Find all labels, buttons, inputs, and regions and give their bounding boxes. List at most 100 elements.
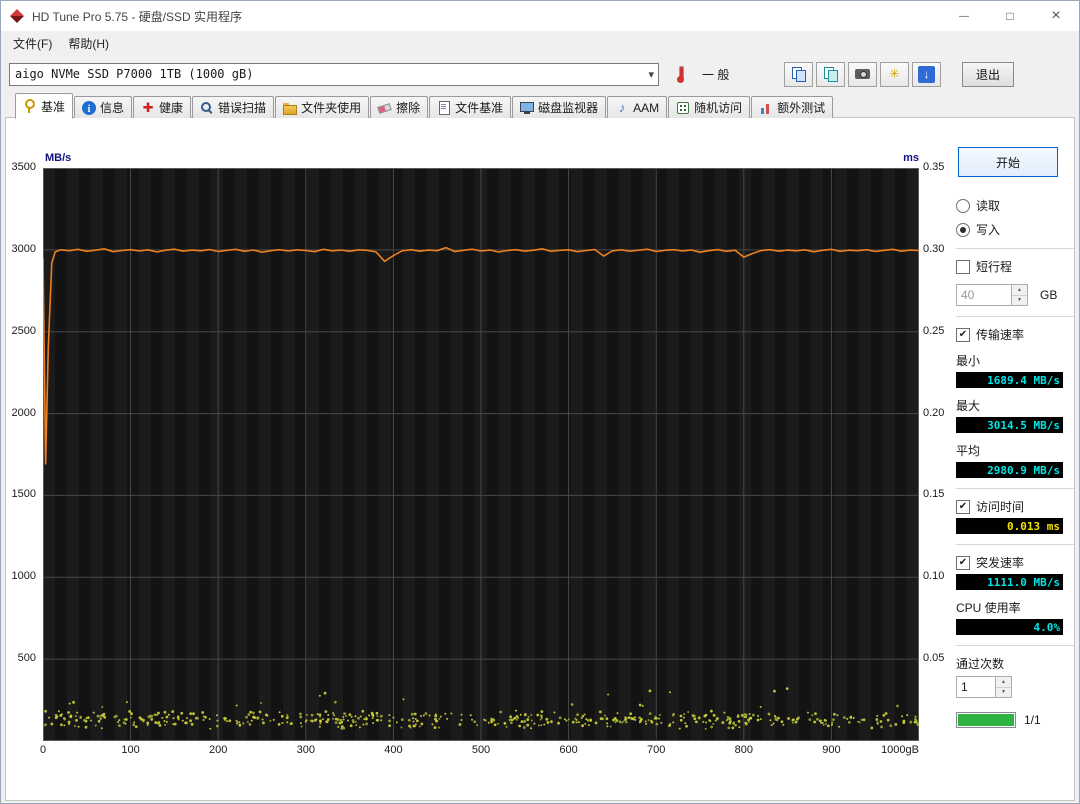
y-left-tick: 500 (17, 652, 36, 665)
tab-aam[interactable]: AAM (607, 96, 668, 118)
transfer-rate-checkbox[interactable]: 传输速率 (956, 326, 1074, 343)
folder-usage-icon (283, 101, 298, 115)
y-left-tick: 1000 (11, 570, 36, 583)
short-stroke-checkbox[interactable]: 短行程 (956, 258, 1074, 275)
x-axis-tick: 200 (209, 744, 228, 756)
access-time-label: 访问时间 (976, 500, 1025, 514)
y-left-tick: 1500 (11, 488, 36, 501)
tab-benchmark[interactable]: 基准 (15, 93, 74, 119)
short-stroke-checkbox-box[interactable] (956, 259, 970, 274)
separator (956, 645, 1074, 646)
temperature-status: 一 般 (702, 67, 730, 82)
pass-progress-bar (956, 712, 1016, 728)
copy-text-icon (791, 66, 806, 82)
separator (956, 316, 1074, 317)
toolbar: aigo NVMe SSD P7000 1TB (1000 gB) 一 般 退出 (1, 55, 1079, 93)
exit-button[interactable]: 退出 (962, 61, 1015, 87)
transfer-rate-checkbox-box[interactable] (956, 327, 970, 342)
file-benchmark-icon (437, 100, 451, 115)
burst-rate-label: 突发速率 (976, 556, 1025, 570)
pass-count-input[interactable]: 1 ▲ ▼ (956, 676, 1012, 698)
tab-label: 基准 (41, 99, 66, 114)
tab-file-benchmark[interactable]: 文件基准 (429, 96, 512, 118)
spinner-down-icon[interactable]: ▼ (1012, 295, 1027, 305)
tab-label: 文件基准 (455, 101, 504, 115)
copy-text-button[interactable] (784, 61, 813, 87)
copy-image-button[interactable] (816, 61, 845, 87)
random-access-icon (676, 101, 690, 115)
start-button[interactable]: 开始 (958, 147, 1058, 177)
y-right-tick: 0.05 (923, 652, 945, 665)
benchmark-plot-svg (42, 168, 920, 741)
x-axis-tick: 800 (734, 744, 753, 756)
x-axis: 0 100 200 300 400 500 600 700 800 900 1000gB (40, 744, 919, 760)
save-results-button[interactable] (912, 61, 941, 87)
tab-folder-usage[interactable]: 文件夹使用 (275, 96, 370, 118)
health-icon (141, 101, 155, 115)
menu-help[interactable]: 帮助(H) (60, 31, 117, 56)
capacity-row: 40 ▲ ▼ GB (956, 284, 1074, 306)
tab-extra-tests[interactable]: 额外测试 (751, 96, 834, 118)
pass-progress-fill (958, 714, 1014, 726)
hdtune-window: HD Tune Pro 5.75 - 硬盘/SSD 实用程序 文件(F) 帮助(… (0, 0, 1080, 804)
chevron-down-icon (648, 67, 654, 81)
tab-random-access[interactable]: 随机访问 (668, 96, 751, 118)
pass-count-row: 1 ▲ ▼ (956, 676, 1074, 698)
tab-disk-monitor[interactable]: 磁盘监视器 (512, 96, 607, 118)
avg-value: 2980.9 MB/s (956, 462, 1063, 478)
x-axis-tick: 100 (121, 744, 140, 756)
tab-info[interactable]: 信息 (74, 96, 133, 118)
window-controls (941, 1, 1079, 31)
minimize-button[interactable] (941, 1, 987, 31)
tab-label: 错误扫描 (218, 101, 267, 115)
min-label: 最小 (956, 354, 981, 368)
tab-label: 磁盘监视器 (538, 101, 599, 115)
tab-label: 额外测试 (777, 101, 826, 115)
read-radio[interactable]: 读取 (956, 197, 1074, 214)
error-scan-icon (200, 101, 214, 115)
y-left-axis: 3500 3000 2500 2000 1500 1000 500 (1, 161, 39, 741)
thermometer-icon (673, 65, 688, 83)
temperature-button[interactable] (666, 62, 695, 87)
drive-selector[interactable]: aigo NVMe SSD P7000 1TB (1000 gB) (9, 62, 659, 86)
burst-rate-checkbox-box[interactable] (956, 555, 970, 570)
separator (956, 544, 1074, 545)
x-axis-tick: 1000gB (881, 744, 919, 756)
short-stroke-label: 短行程 (976, 260, 1013, 274)
screenshot-button[interactable] (848, 61, 877, 87)
y-left-tick: 3500 (11, 161, 36, 173)
tab-label: AAM (633, 100, 660, 115)
tab-erase[interactable]: 擦除 (370, 96, 429, 118)
tab-label: 文件夹使用 (301, 101, 362, 115)
menu-file[interactable]: 文件(F) (5, 31, 60, 56)
spinner-down-icon[interactable]: ▼ (996, 687, 1011, 697)
y-left-tick: 3000 (11, 242, 36, 255)
y-left-tick: 2500 (11, 324, 36, 337)
burst-rate-checkbox[interactable]: 突发速率 (956, 554, 1074, 571)
transfer-rate-label: 传输速率 (976, 328, 1025, 342)
benchmark-plot (42, 168, 920, 741)
write-radio[interactable]: 写入 (956, 221, 1074, 238)
tab-label: 信息 (100, 101, 125, 115)
spinner-up-icon[interactable]: ▲ (996, 677, 1011, 688)
y-left-axis-title: MB/s (45, 152, 72, 164)
pass-progress-row: 1/1 (956, 712, 1074, 728)
spinner-up-icon[interactable]: ▲ (1012, 285, 1027, 296)
maximize-button[interactable] (987, 1, 1033, 31)
capacity-input[interactable]: 40 ▲ ▼ (956, 284, 1028, 306)
drive-selector-value: aigo NVMe SSD P7000 1TB (1000 gB) (15, 67, 254, 81)
close-button[interactable] (1033, 1, 1079, 31)
access-time-value: 0.013 ms (956, 518, 1063, 534)
save-image-button[interactable] (880, 61, 909, 87)
access-time-checkbox[interactable]: 访问时间 (956, 498, 1074, 515)
pass-count-value: 1 (961, 680, 968, 694)
tab-error-scan[interactable]: 错误扫描 (192, 96, 275, 118)
min-value: 1689.4 MB/s (956, 372, 1063, 388)
write-radio-circle[interactable] (956, 222, 970, 237)
max-value: 3014.5 MB/s (956, 417, 1063, 433)
x-axis-tick: 500 (471, 744, 491, 756)
tab-health[interactable]: 健康 (133, 96, 192, 118)
read-radio-circle[interactable] (956, 198, 970, 213)
access-time-checkbox-box[interactable] (956, 499, 970, 514)
y-right-tick: 0.30 (923, 242, 945, 255)
